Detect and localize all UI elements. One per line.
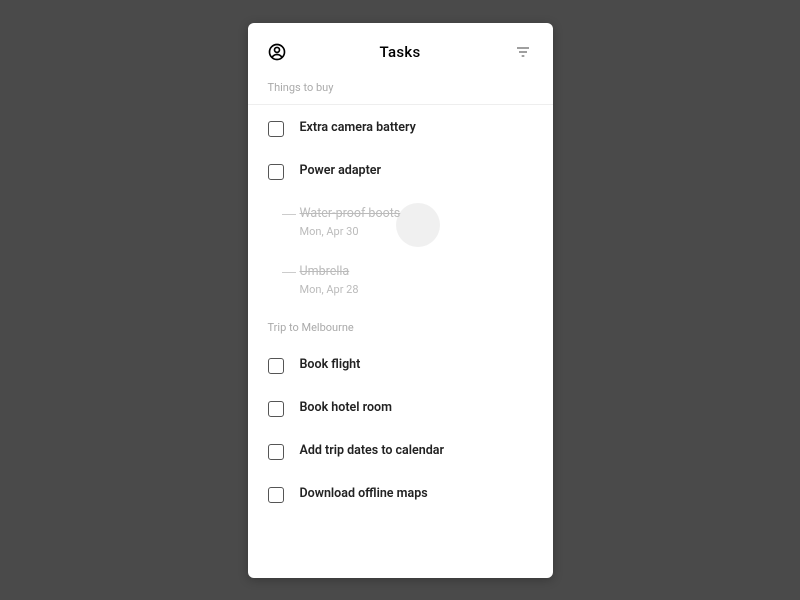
completed-indicator <box>282 272 296 273</box>
task-label: Book flight <box>300 357 361 372</box>
task-content: Extra camera battery <box>300 120 416 135</box>
task-content: Add trip dates to calendar <box>300 443 444 458</box>
task-content: Water-proof boots Mon, Apr 30 <box>300 206 401 238</box>
checkbox[interactable] <box>268 444 284 460</box>
checkbox[interactable] <box>268 121 284 137</box>
account-icon[interactable] <box>266 41 288 63</box>
task-label: Book hotel room <box>300 400 392 415</box>
task-row[interactable]: Download offline maps <box>248 473 553 516</box>
page-title: Tasks <box>379 43 420 61</box>
task-content: Book flight <box>300 357 361 372</box>
task-label: Water-proof boots <box>300 206 401 221</box>
task-label: Add trip dates to calendar <box>300 443 444 458</box>
task-date: Mon, Apr 28 <box>300 283 359 296</box>
task-row[interactable]: Add trip dates to calendar <box>248 430 553 473</box>
task-row[interactable]: Extra camera battery <box>248 107 553 150</box>
task-label: Power adapter <box>300 163 382 178</box>
section-header-trip: Trip to Melbourne <box>248 315 553 344</box>
task-content: Book hotel room <box>300 400 392 415</box>
checkbox[interactable] <box>268 164 284 180</box>
task-row[interactable]: Water-proof boots Mon, Apr 30 <box>248 193 553 251</box>
task-row[interactable]: Umbrella Mon, Apr 28 <box>248 251 553 309</box>
task-date: Mon, Apr 30 <box>300 225 401 238</box>
section-header-things-to-buy: Things to buy <box>248 75 553 105</box>
completed-indicator <box>282 214 296 215</box>
task-row[interactable]: Book flight <box>248 344 553 387</box>
task-content: Power adapter <box>300 163 382 178</box>
filter-icon[interactable] <box>512 41 534 63</box>
task-row[interactable]: Book hotel room <box>248 387 553 430</box>
app-header: Tasks <box>248 23 553 75</box>
checkbox[interactable] <box>268 401 284 417</box>
app-screen: Tasks Things to buy Extra camera battery… <box>248 23 553 578</box>
task-label: Umbrella <box>300 264 359 279</box>
checkbox[interactable] <box>268 358 284 374</box>
checkbox[interactable] <box>268 487 284 503</box>
task-content: Umbrella Mon, Apr 28 <box>300 264 359 296</box>
task-label: Extra camera battery <box>300 120 416 135</box>
task-row[interactable]: Power adapter <box>248 150 553 193</box>
task-label: Download offline maps <box>300 486 428 501</box>
task-content: Download offline maps <box>300 486 428 501</box>
